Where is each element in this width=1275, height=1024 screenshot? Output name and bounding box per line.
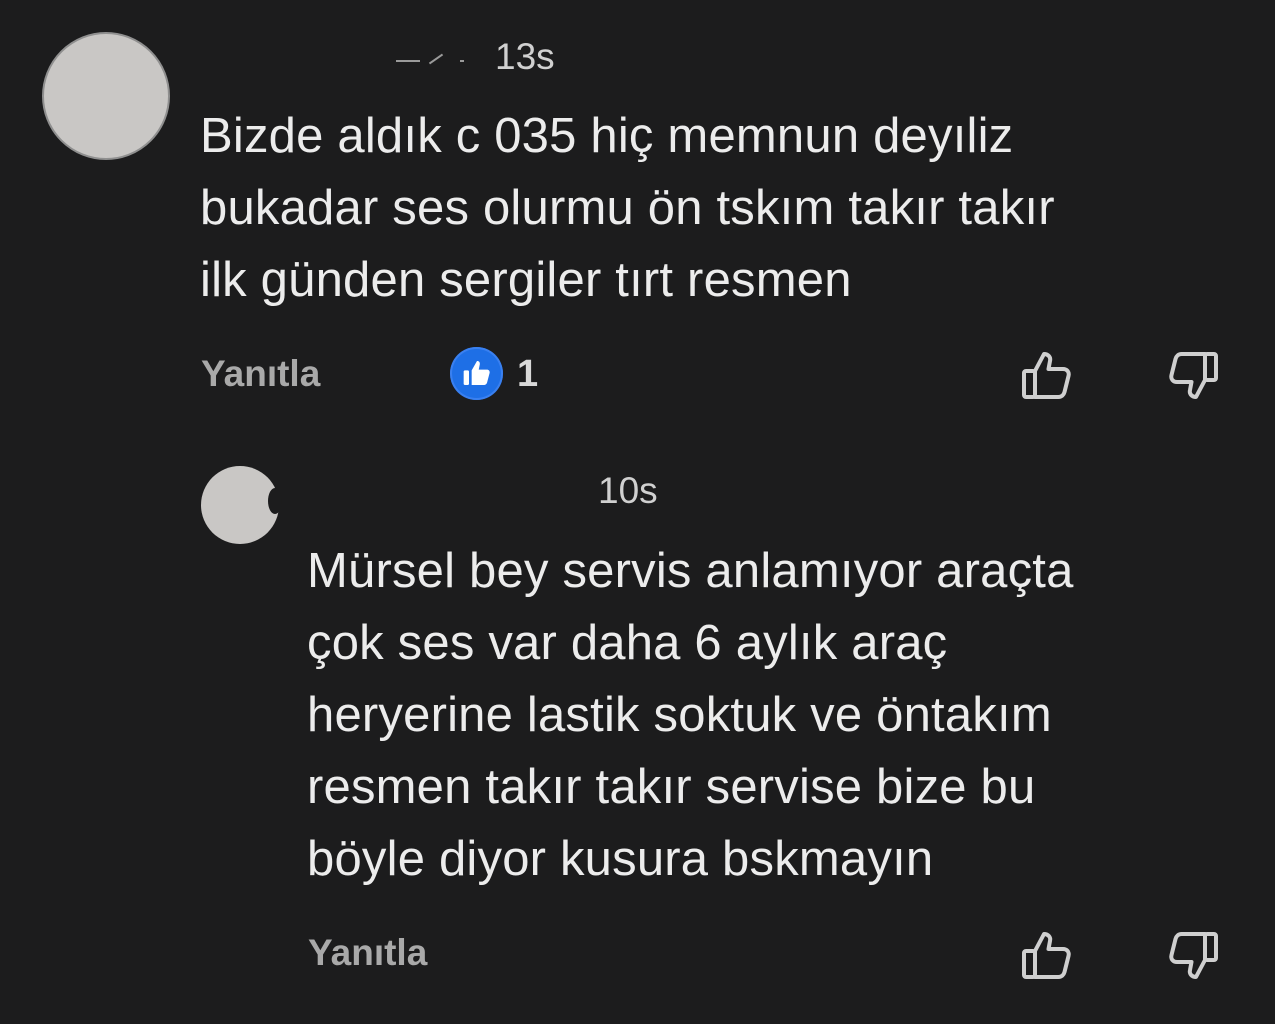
redacted-author-name [396, 60, 420, 62]
comment-line: ilk günden sergiler tırt resmen [200, 253, 852, 307]
comment-body: Mürsel bey servis anlamıyor araçta çok s… [307, 535, 1074, 895]
comment-line: resmen takır takır servise bize bu [307, 760, 1036, 814]
avatar-notch [268, 488, 282, 514]
redacted-author-name [428, 53, 444, 65]
avatar[interactable] [42, 32, 170, 160]
reply-button[interactable]: Yanıtla [308, 934, 427, 971]
comment-line: çok ses var daha 6 aylık araç [307, 616, 948, 670]
thumbs-up-badge-icon [450, 347, 503, 400]
thumbs-up-icon[interactable] [1018, 347, 1074, 403]
redacted-author-name [460, 60, 464, 62]
thumbs-up-icon[interactable] [1018, 927, 1074, 983]
comment-time: 13s [495, 36, 555, 77]
thumbs-down-icon[interactable] [1166, 928, 1222, 984]
comment-line: Mürsel bey servis anlamıyor araçta [307, 544, 1074, 598]
reply-button[interactable]: Yanıtla [201, 355, 320, 392]
comment-body: Bizde aldık c 035 hiç memnun deyıliz buk… [200, 100, 1055, 316]
comment-line: böyle diyor kusura bskmayın [307, 832, 934, 886]
comment-line: Bizde aldık c 035 hiç memnun deyıliz [200, 109, 1014, 163]
avatar[interactable] [201, 466, 279, 544]
comment-line: heryerine lastik soktuk ve öntakım [307, 688, 1052, 742]
comment-time: 10s [598, 470, 658, 511]
thumbs-down-icon[interactable] [1166, 348, 1222, 404]
comment-line: bukadar ses olurmu ön tskım takır takır [200, 181, 1055, 235]
like-count: 1 [517, 353, 539, 395]
